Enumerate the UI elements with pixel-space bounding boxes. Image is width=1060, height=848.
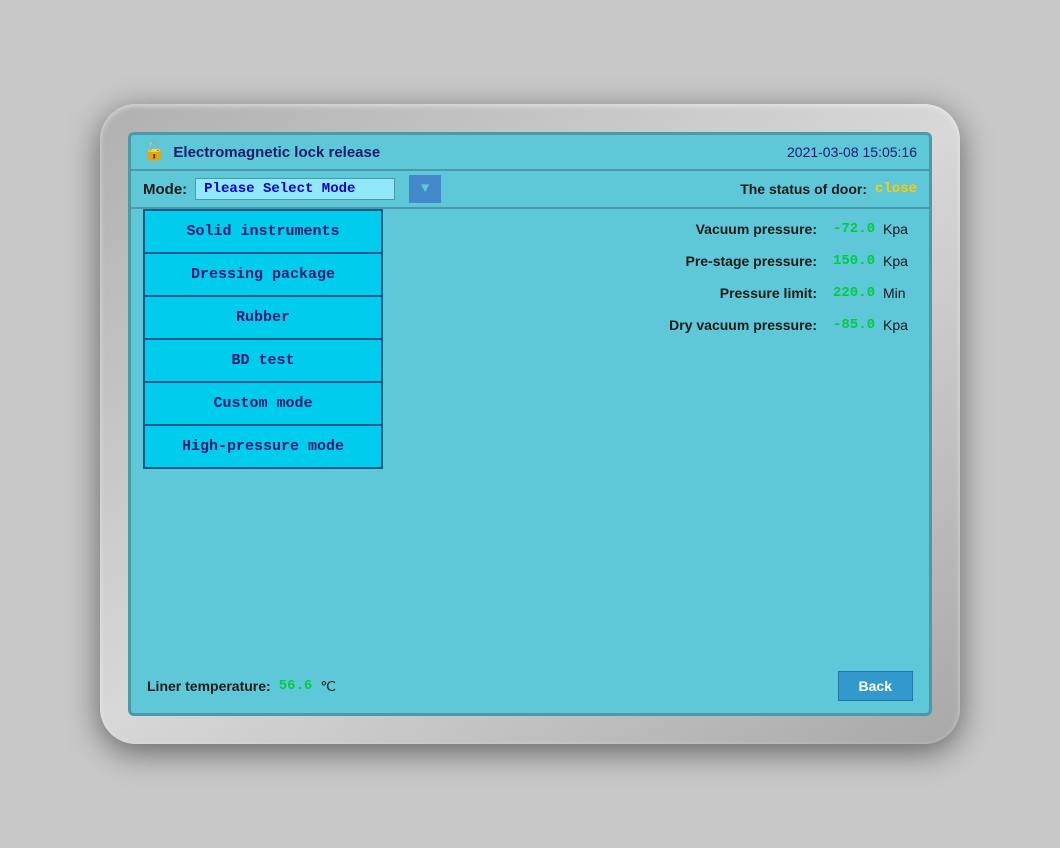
- mode-select-box[interactable]: Please Select Mode: [195, 178, 395, 200]
- dropdown-arrow-button[interactable]: [409, 175, 441, 203]
- bottom-area: Liner temperature: 56.6 ℃ Back: [131, 663, 929, 713]
- liner-temp-label: Liner temperature:: [147, 678, 271, 694]
- dry-vacuum-label: Dry vacuum pressure:: [669, 317, 817, 333]
- dry-vacuum-unit: Kpa: [883, 317, 913, 333]
- title-bar: 🔓 Electromagnetic lock release 2021-03-0…: [131, 135, 929, 171]
- prestage-pressure-label: Pre-stage pressure:: [685, 253, 817, 269]
- pressure-limit-value: 220.0: [825, 285, 875, 301]
- dropdown-item-high-pressure[interactable]: High-pressure mode: [145, 426, 381, 467]
- dropdown-item-custom-mode[interactable]: Custom mode: [145, 383, 381, 426]
- prestage-pressure-value: 150.0: [825, 253, 875, 269]
- dropdown-item-dressing-package[interactable]: Dressing package: [145, 254, 381, 297]
- dry-vacuum-value: -85.0: [825, 317, 875, 333]
- pressure-limit-unit: Min: [883, 285, 913, 301]
- vacuum-pressure-unit: Kpa: [883, 221, 913, 237]
- dropdown-menu: Solid instruments Dressing package Rubbe…: [143, 209, 383, 469]
- dropdown-item-solid-instruments[interactable]: Solid instruments: [145, 211, 381, 254]
- dry-vacuum-row: Dry vacuum pressure: -85.0 Kpa: [535, 317, 913, 333]
- pressure-limit-label: Pressure limit:: [720, 285, 817, 301]
- lock-icon: 🔓: [143, 141, 165, 163]
- dropdown-item-rubber[interactable]: Rubber: [145, 297, 381, 340]
- device-frame: 🔓 Electromagnetic lock release 2021-03-0…: [100, 104, 960, 744]
- door-status-area: The status of door: close: [740, 181, 917, 197]
- main-content: Sterili 0 ℃ Min Min Times Kpa: [131, 209, 929, 663]
- title-left: 🔓 Electromagnetic lock release: [143, 141, 380, 163]
- mode-label: Mode:: [143, 181, 187, 198]
- liner-temp-value: 56.6: [279, 678, 313, 694]
- pressure-limit-row: Pressure limit: 220.0 Min: [535, 285, 913, 301]
- door-status-label: The status of door:: [740, 181, 867, 197]
- app-title: Electromagnetic lock release: [173, 144, 380, 161]
- vacuum-pressure-row: Vacuum pressure: -72.0 Kpa: [535, 221, 913, 237]
- vacuum-pressure-value: -72.0: [825, 221, 875, 237]
- mode-bar: Mode: Please Select Mode The status of d…: [131, 171, 929, 209]
- vacuum-pressure-label: Vacuum pressure:: [696, 221, 817, 237]
- datetime-display: 2021-03-08 15:05:16: [787, 144, 917, 160]
- door-status-value: close: [875, 181, 917, 197]
- screen: 🔓 Electromagnetic lock release 2021-03-0…: [128, 132, 932, 716]
- prestage-pressure-unit: Kpa: [883, 253, 913, 269]
- dropdown-item-bd-test[interactable]: BD test: [145, 340, 381, 383]
- liner-temp-area: Liner temperature: 56.6 ℃: [147, 678, 336, 695]
- back-button[interactable]: Back: [838, 671, 913, 701]
- liner-temp-unit: ℃: [320, 678, 336, 695]
- right-panel: Vacuum pressure: -72.0 Kpa Pre-stage pre…: [535, 221, 913, 651]
- mode-select-text: Please Select Mode: [204, 181, 386, 197]
- prestage-pressure-row: Pre-stage pressure: 150.0 Kpa: [535, 253, 913, 269]
